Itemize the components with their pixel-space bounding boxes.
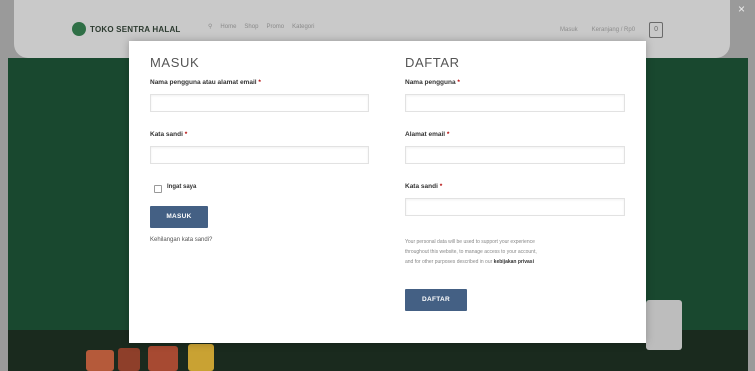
login-button[interactable]: MASUK <box>150 206 208 228</box>
product-image-1 <box>86 350 114 371</box>
login-password-label: Kata sandi * <box>150 131 187 138</box>
nav-item-promo[interactable]: Promo <box>266 24 284 30</box>
nav-item-shop[interactable]: Shop <box>244 24 258 30</box>
main-nav: ⚲ Home Shop Promo Kategori <box>208 23 314 31</box>
register-password-input[interactable] <box>405 198 625 216</box>
privacy-policy-line-text: and for other purposes described in our <box>405 259 493 265</box>
required-mark: * <box>258 79 261 86</box>
login-username-label-text: Nama pengguna atau alamat email <box>150 79 257 86</box>
logo-text: TOKO SENTRA HALAL <box>90 24 181 34</box>
privacy-policy-link[interactable]: kebijakan privasi <box>494 259 534 265</box>
login-link[interactable]: Masuk <box>560 27 578 33</box>
login-password-label-text: Kata sandi <box>150 131 183 138</box>
search-icon[interactable]: ⚲ <box>208 23 212 30</box>
close-icon[interactable]: × <box>738 2 745 16</box>
nav-item-category[interactable]: Kategori <box>292 24 314 30</box>
logo-icon <box>72 22 86 36</box>
required-mark: * <box>446 131 450 138</box>
privacy-policy-line: and for other purposes described in our … <box>405 257 625 267</box>
lost-password-link[interactable]: Kehilangan kata sandi? <box>150 237 212 243</box>
login-heading: MASUK <box>150 55 200 70</box>
register-email-label-text: Alamat email <box>405 131 446 138</box>
privacy-policy-text: Your personal data will be used to suppo… <box>405 237 625 267</box>
remember-me-label: Ingat saya <box>167 184 197 190</box>
register-heading: DAFTAR <box>405 55 460 70</box>
register-password-label: Kata sandi * <box>405 183 442 190</box>
login-password-input[interactable] <box>150 146 369 164</box>
account-modal: MASUK Nama pengguna atau alamat email * … <box>129 41 646 343</box>
product-image-2 <box>118 348 140 371</box>
register-username-input[interactable] <box>405 94 625 112</box>
product-image-3 <box>148 346 178 371</box>
nav-item-home[interactable]: Home <box>220 24 236 30</box>
product-image-4 <box>188 344 214 371</box>
required-mark: * <box>184 131 188 138</box>
required-mark: * <box>439 183 443 190</box>
register-button[interactable]: DAFTAR <box>405 289 467 311</box>
register-password-label-text: Kata sandi <box>405 183 438 190</box>
site-logo[interactable]: TOKO SENTRA HALAL <box>72 22 181 36</box>
privacy-policy-line: Your personal data will be used to suppo… <box>405 239 535 245</box>
login-username-label: Nama pengguna atau alamat email * <box>150 79 261 86</box>
register-username-label: Nama pengguna * <box>405 79 460 86</box>
cart-link[interactable]: Keranjang / Rp0 <box>592 27 635 33</box>
header-actions: Masuk Keranjang / Rp0 0 <box>560 22 664 38</box>
register-email-input[interactable] <box>405 146 625 164</box>
required-mark: * <box>457 79 460 86</box>
cart-icon[interactable]: 0 <box>649 22 664 38</box>
register-email-label: Alamat email * <box>405 131 449 138</box>
register-username-label-text: Nama pengguna <box>405 79 456 86</box>
login-username-input[interactable] <box>150 94 369 112</box>
product-image-5 <box>646 300 682 350</box>
privacy-policy-line: throughout this website, to manage acces… <box>405 249 537 255</box>
remember-me-checkbox[interactable] <box>154 185 162 193</box>
